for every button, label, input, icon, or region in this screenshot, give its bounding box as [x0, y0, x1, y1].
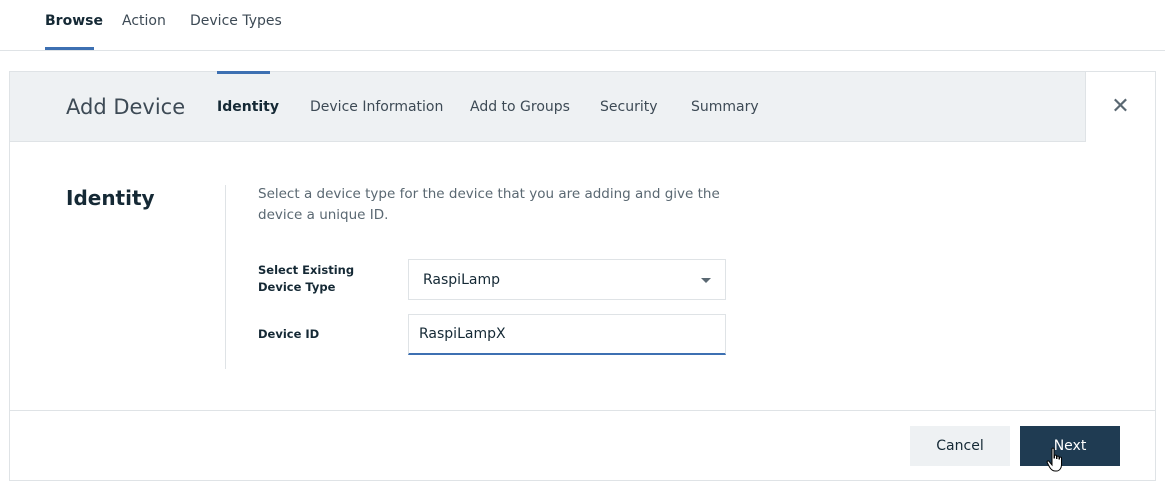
active-step-indicator	[217, 71, 270, 74]
device-id-label: Device ID	[258, 327, 320, 341]
top-nav: Browse Action Device Types	[0, 0, 1165, 51]
step-tab-identity[interactable]: Identity	[217, 99, 279, 115]
active-tab-indicator	[45, 47, 94, 50]
top-tab-browse[interactable]: Browse	[45, 13, 103, 29]
close-icon: ✕	[1111, 94, 1130, 119]
step-tab-device-information[interactable]: Device Information	[310, 99, 443, 115]
close-button[interactable]: ✕	[1085, 72, 1155, 142]
device-type-select[interactable]: RaspiLamp	[408, 259, 726, 300]
hand-cursor-icon	[1046, 447, 1062, 472]
device-type-label: Select Existing Device Type	[258, 263, 355, 294]
modal-footer: Cancel Next	[10, 410, 1155, 480]
section-description: Select a device type for the device that…	[258, 186, 720, 223]
step-tab-security[interactable]: Security	[600, 99, 658, 115]
top-tab-action[interactable]: Action	[122, 13, 166, 29]
device-id-input[interactable]	[408, 314, 726, 355]
step-tab-add-to-groups[interactable]: Add to Groups	[470, 99, 570, 115]
add-device-modal: Add Device Identity Device Information A…	[9, 71, 1156, 481]
chevron-down-icon	[701, 278, 711, 283]
step-tab-summary[interactable]: Summary	[691, 99, 759, 115]
section-title: Identity	[66, 186, 155, 210]
modal-header: Add Device Identity Device Information A…	[10, 71, 1155, 142]
cancel-button[interactable]: Cancel	[910, 426, 1010, 466]
device-type-selected-value: RaspiLamp	[423, 272, 500, 288]
top-tab-device-types[interactable]: Device Types	[190, 13, 282, 29]
next-button[interactable]: Next	[1020, 426, 1120, 466]
section-divider	[225, 185, 226, 369]
modal-title: Add Device	[66, 95, 186, 119]
